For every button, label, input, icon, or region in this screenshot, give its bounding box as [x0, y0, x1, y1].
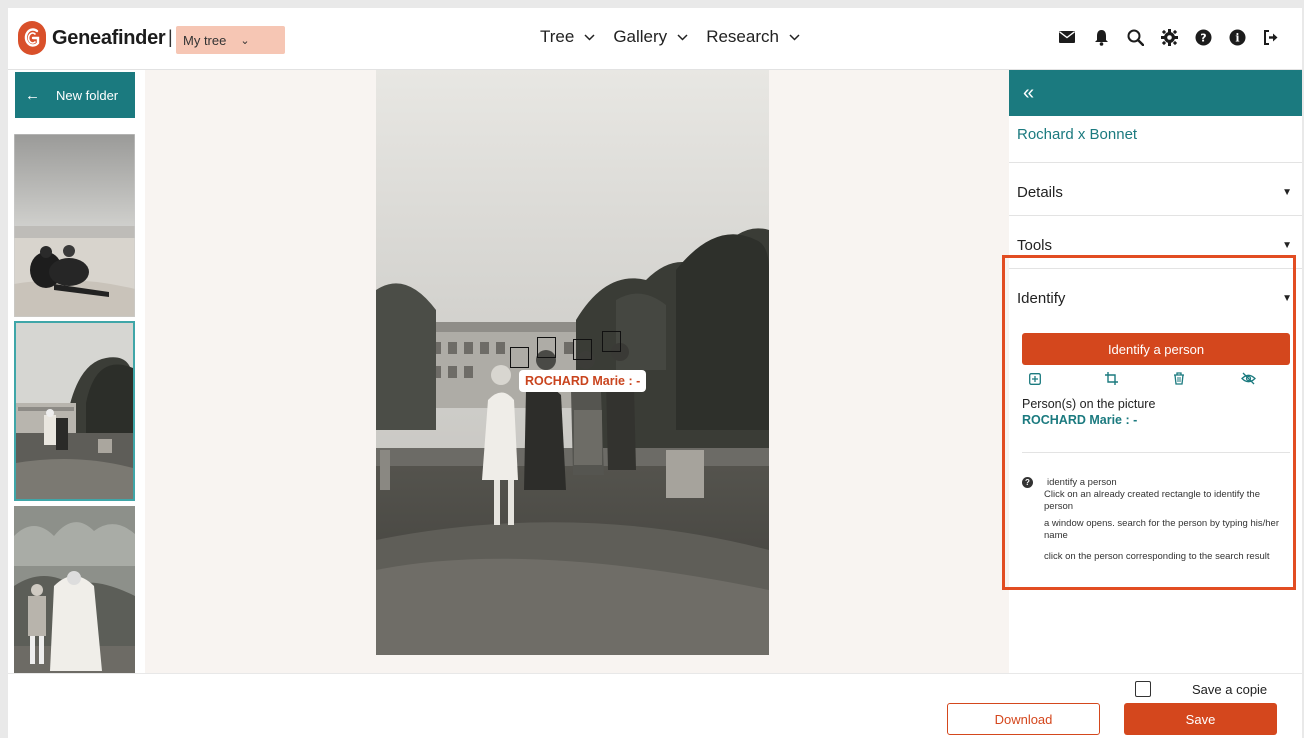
- chevron-down-icon: [584, 30, 595, 44]
- tree-selector[interactable]: My tree ⌄: [176, 26, 285, 54]
- section-tools-label: Tools: [1017, 237, 1053, 254]
- svg-text:?: ?: [1200, 31, 1206, 44]
- caret-down-icon: ▼: [1282, 240, 1292, 251]
- nav-tree-label: Tree: [540, 27, 575, 46]
- save-copy-label: Save a copie: [1192, 682, 1268, 697]
- svg-text:i: i: [1235, 31, 1239, 44]
- arrow-left-icon: ←: [25, 86, 40, 104]
- side-panel: « Rochard x Bonnet Details ▼ Tools ▼ Ide…: [1009, 70, 1302, 684]
- caret-down-icon: ▼: [1282, 187, 1292, 198]
- face-rectangle[interactable]: [573, 339, 592, 360]
- help-step: a window opens. search for the person by…: [1044, 518, 1279, 541]
- section-tools[interactable]: Tools ▼: [1017, 237, 1292, 254]
- persons-label: Person(s) on the picture: [1022, 397, 1156, 411]
- photo-viewer: ROCHARD Marie : -: [145, 70, 1009, 684]
- top-bar: Geneafinder | My tree ⌄ Tree Gallery Res…: [8, 8, 1302, 70]
- mail-icon[interactable]: [1058, 28, 1076, 46]
- thumbnail-beach[interactable]: [14, 134, 135, 317]
- hide-eye-icon[interactable]: [1241, 372, 1256, 390]
- divider: [1009, 215, 1302, 216]
- collapse-panel-button[interactable]: «: [1009, 70, 1302, 116]
- main-nav: Tree Gallery Research: [540, 27, 818, 47]
- download-button[interactable]: Download: [947, 703, 1100, 735]
- brand-separator: |: [168, 27, 173, 47]
- nav-research[interactable]: Research: [706, 27, 800, 47]
- face-rectangle[interactable]: [602, 331, 621, 352]
- save-button[interactable]: Save: [1124, 703, 1277, 735]
- save-copy-checkbox[interactable]: [1135, 681, 1151, 697]
- bell-icon[interactable]: [1092, 28, 1110, 46]
- section-identify-label: Identify: [1017, 290, 1066, 307]
- folder-back-button[interactable]: ← New folder: [15, 72, 135, 118]
- caret-down-icon: ▼: [1282, 293, 1292, 304]
- logo[interactable]: Geneafinder: [18, 21, 166, 55]
- geneafinder-logo-icon: [18, 21, 46, 55]
- tree-selector-value: My tree: [183, 32, 227, 48]
- gear-icon[interactable]: [1160, 28, 1178, 46]
- logout-icon[interactable]: [1262, 28, 1280, 46]
- help-title: identify a person: [1047, 477, 1117, 488]
- face-rectangle[interactable]: [510, 347, 529, 368]
- nav-research-label: Research: [706, 27, 779, 46]
- folder-name: New folder: [56, 87, 119, 103]
- chevron-down-icon: ⌄: [240, 34, 250, 47]
- app-window: Geneafinder | My tree ⌄ Tree Gallery Res…: [8, 8, 1302, 738]
- nav-gallery-label: Gallery: [613, 27, 668, 46]
- help-step: Click on an already created rectangle to…: [1044, 489, 1260, 512]
- help-icon[interactable]: ?: [1194, 28, 1212, 46]
- nav-tree[interactable]: Tree: [540, 27, 595, 47]
- search-icon[interactable]: [1126, 28, 1144, 46]
- photo-title: Rochard x Bonnet: [1017, 126, 1138, 143]
- thumbnail-communion[interactable]: [14, 506, 135, 682]
- thumbnail-garden[interactable]: [14, 321, 135, 501]
- divider: [1009, 162, 1302, 163]
- trash-icon[interactable]: [1173, 372, 1185, 390]
- identify-person-button[interactable]: Identify a person: [1022, 333, 1290, 365]
- divider: [1009, 268, 1302, 269]
- identify-toolbar: [1029, 372, 1269, 390]
- toolbar-icons: ? i: [1058, 28, 1280, 46]
- info-icon[interactable]: i: [1228, 28, 1246, 46]
- help-icon: ?: [1022, 477, 1033, 488]
- action-bar: Save a copie Download Save: [8, 673, 1302, 738]
- divider: [1022, 452, 1290, 453]
- face-rectangle[interactable]: [537, 337, 556, 358]
- double-chevron-left-icon: «: [1023, 81, 1035, 104]
- main-photo[interactable]: ROCHARD Marie : -: [376, 70, 769, 655]
- help-step: click on the person corresponding to the…: [1044, 551, 1270, 562]
- chevron-down-icon: [677, 30, 688, 44]
- brand-name: Geneafinder: [52, 26, 166, 49]
- nav-gallery[interactable]: Gallery: [613, 27, 688, 47]
- folder-panel: ← New folder: [8, 70, 145, 684]
- crop-icon[interactable]: [1105, 372, 1118, 390]
- section-details-label: Details: [1017, 184, 1063, 201]
- section-details[interactable]: Details ▼: [1017, 184, 1292, 201]
- add-box-icon[interactable]: [1029, 372, 1041, 390]
- person-link[interactable]: ROCHARD Marie : -: [1022, 413, 1137, 427]
- chevron-down-icon: [789, 30, 800, 44]
- section-identify[interactable]: Identify ▼: [1017, 290, 1292, 307]
- face-label[interactable]: ROCHARD Marie : -: [519, 370, 647, 392]
